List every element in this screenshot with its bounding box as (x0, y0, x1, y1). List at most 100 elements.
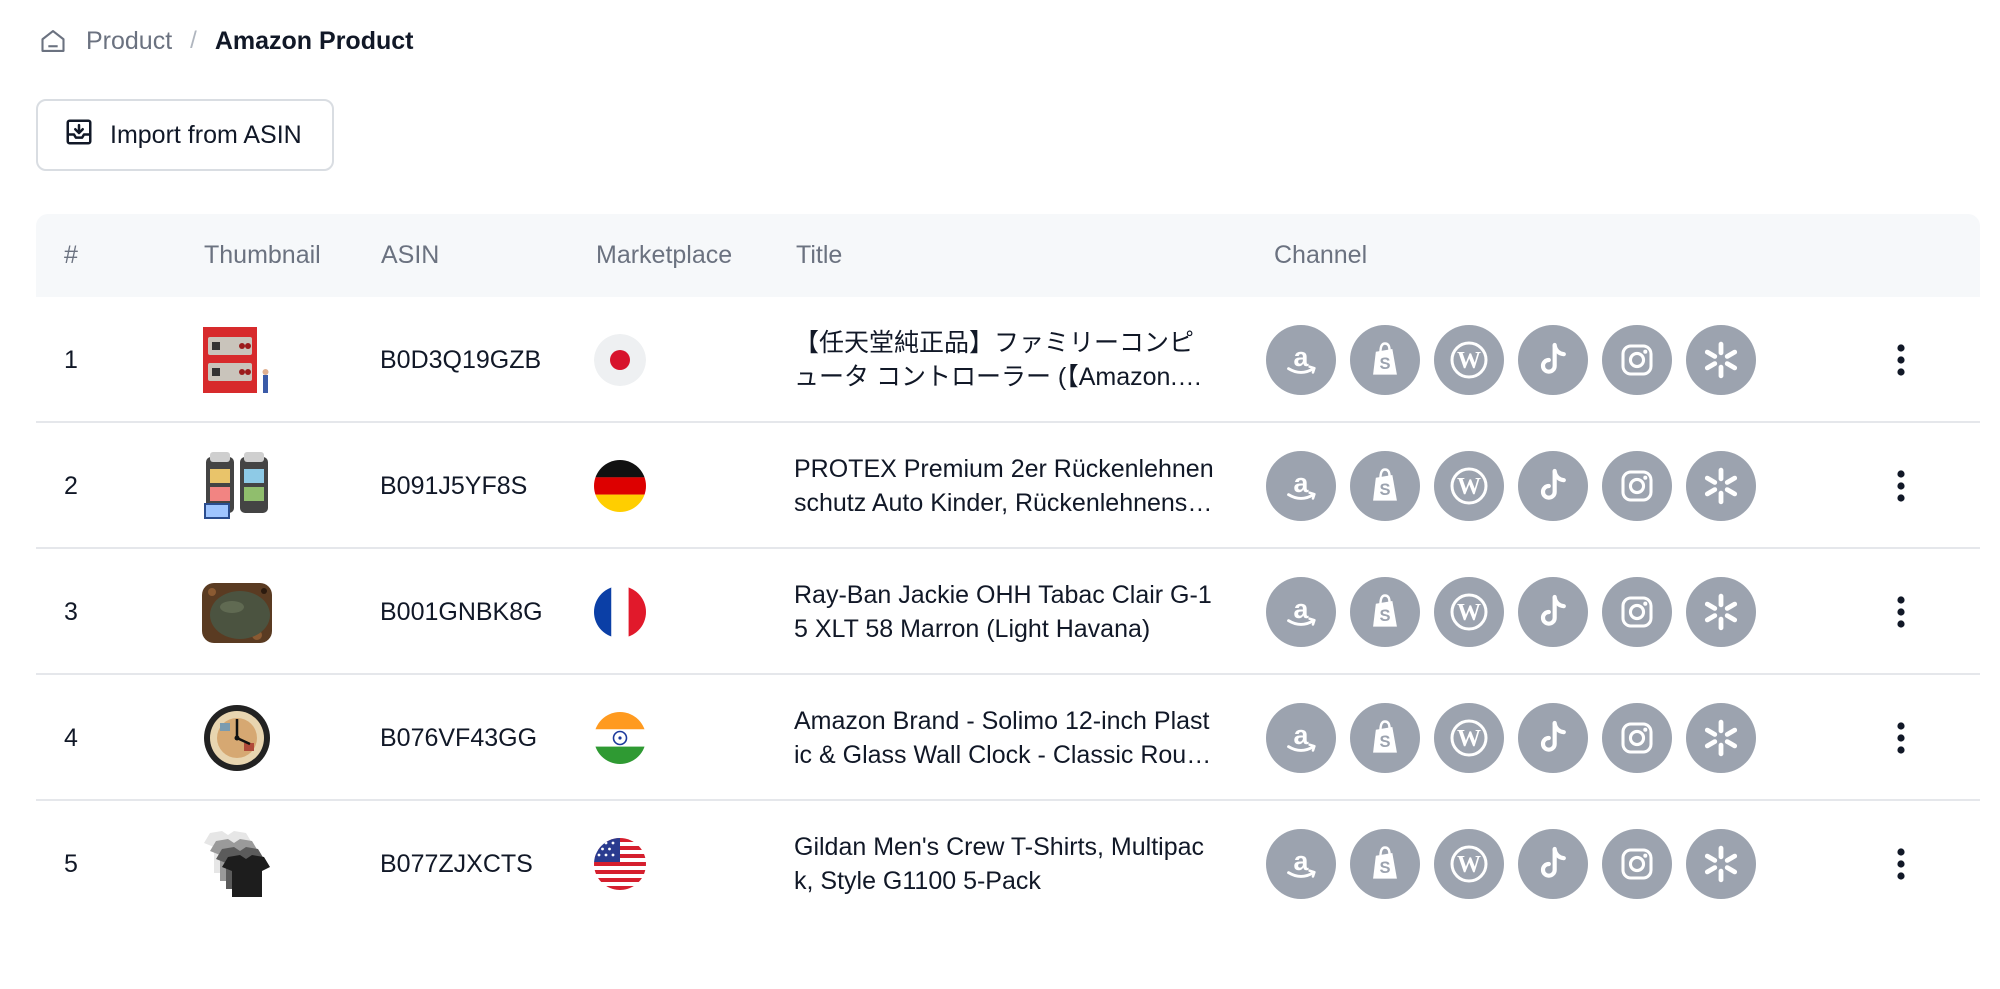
breadcrumb-separator: / (190, 27, 197, 54)
instagram-icon[interactable] (1602, 829, 1672, 899)
column-header-thumbnail: Thumbnail (204, 241, 321, 269)
svg-text:W: W (1457, 726, 1481, 752)
row-menu-kebab-icon[interactable] (1886, 297, 1916, 423)
wall-clock-thumbnail[interactable] (202, 675, 272, 801)
product-title-text: Amazon Brand - Solimo 12-inch Plastic & … (794, 707, 1213, 769)
table-body: 1 B0D3Q19GZB 【任天堂純正品】ファミリーコンピュータ コントローラー… (36, 297, 1980, 927)
import-from-asin-button[interactable]: Import from ASIN (36, 99, 334, 171)
nes-controller-thumbnail[interactable] (202, 297, 272, 423)
svg-text:W: W (1457, 474, 1481, 500)
tiktok-icon[interactable] (1518, 325, 1588, 395)
svg-text:a: a (1294, 846, 1310, 876)
product-title: Ray-Ban Jackie OHH Tabac Clair G-15 XLT … (794, 549, 1214, 675)
svg-text:S: S (1379, 733, 1390, 751)
product-title: PROTEX Premium 2er Rückenlehnenschutz Au… (794, 423, 1214, 549)
channel-icons: aSW (1266, 801, 1756, 927)
tiktok-icon[interactable] (1518, 703, 1588, 773)
svg-text:S: S (1379, 481, 1390, 499)
instagram-icon[interactable] (1602, 325, 1672, 395)
import-button-label: Import from ASIN (110, 120, 302, 149)
row-menu-kebab-icon[interactable] (1886, 801, 1916, 927)
tshirts-thumbnail[interactable] (202, 801, 272, 927)
asin-cell: B077ZJXCTS (380, 849, 533, 878)
product-title: 【任天堂純正品】ファミリーコンピュータ コントローラー (【Amazon.co.… (794, 297, 1214, 423)
flag-de-icon (594, 423, 646, 549)
channel-icons: aSW (1266, 297, 1756, 423)
flag-us-icon (594, 801, 646, 927)
table-row: 5 B077ZJXCTS Gildan Men's Crew T-Shirts,… (36, 801, 1980, 927)
instagram-icon[interactable] (1602, 577, 1672, 647)
import-tray-icon (64, 117, 94, 154)
column-header-number: # (64, 241, 78, 269)
table-row: 3 B001GNBK8G Ray-Ban Jackie OHH Tabac Cl… (36, 549, 1980, 675)
shopify-icon[interactable]: S (1350, 829, 1420, 899)
svg-text:a: a (1294, 342, 1310, 372)
amazon-icon[interactable]: a (1266, 703, 1336, 773)
product-title: Amazon Brand - Solimo 12-inch Plastic & … (794, 675, 1214, 801)
shopify-icon[interactable]: S (1350, 703, 1420, 773)
amazon-icon[interactable]: a (1266, 577, 1336, 647)
wordpress-icon[interactable]: W (1434, 451, 1504, 521)
svg-text:a: a (1294, 720, 1310, 750)
seat-organizer-thumbnail[interactable] (202, 423, 272, 549)
flag-in-icon (594, 675, 646, 801)
channel-icons: aSW (1266, 675, 1756, 801)
product-title-text: Gildan Men's Crew T-Shirts, Multipack, S… (794, 833, 1204, 895)
walmart-icon[interactable] (1686, 451, 1756, 521)
amazon-icon[interactable]: a (1266, 451, 1336, 521)
walmart-icon[interactable] (1686, 829, 1756, 899)
asin-cell: B091J5YF8S (380, 471, 528, 500)
svg-text:W: W (1457, 600, 1481, 626)
product-title-text: Ray-Ban Jackie OHH Tabac Clair G-15 XLT … (794, 581, 1212, 643)
walmart-icon[interactable] (1686, 577, 1756, 647)
channel-icons: aSW (1266, 549, 1756, 675)
instagram-icon[interactable] (1602, 703, 1672, 773)
column-header-channel: Channel (1274, 241, 1368, 269)
product-table: # Thumbnail ASIN Marketplace Title Chann… (36, 214, 1980, 927)
wordpress-icon[interactable]: W (1434, 829, 1504, 899)
svg-text:a: a (1294, 594, 1310, 624)
amazon-icon[interactable]: a (1266, 325, 1336, 395)
table-header: # Thumbnail ASIN Marketplace Title Chann… (36, 214, 1980, 297)
flag-fr-icon (594, 549, 646, 675)
svg-text:S: S (1379, 607, 1390, 625)
row-menu-kebab-icon[interactable] (1886, 549, 1916, 675)
row-menu-kebab-icon[interactable] (1886, 675, 1916, 801)
product-title-text: PROTEX Premium 2er Rückenlehnenschutz Au… (794, 455, 1214, 517)
svg-text:S: S (1379, 859, 1390, 877)
row-number: 4 (64, 723, 78, 752)
home-icon[interactable] (38, 26, 68, 56)
column-header-title: Title (796, 241, 843, 269)
table-row: 4 B076VF43GG Amazon Brand - Solimo 12-in… (36, 675, 1980, 801)
channel-icons: aSW (1266, 423, 1756, 549)
sunglasses-thumbnail[interactable] (202, 549, 272, 675)
breadcrumb-product-link[interactable]: Product (86, 27, 172, 56)
wordpress-icon[interactable]: W (1434, 577, 1504, 647)
svg-text:W: W (1457, 348, 1481, 374)
svg-text:a: a (1294, 468, 1310, 498)
table-row: 1 B0D3Q19GZB 【任天堂純正品】ファミリーコンピュータ コントローラー… (36, 297, 1980, 423)
tiktok-icon[interactable] (1518, 829, 1588, 899)
walmart-icon[interactable] (1686, 325, 1756, 395)
wordpress-icon[interactable]: W (1434, 325, 1504, 395)
asin-cell: B076VF43GG (380, 723, 538, 752)
column-header-marketplace: Marketplace (596, 241, 733, 269)
row-number: 1 (64, 345, 78, 374)
instagram-icon[interactable] (1602, 451, 1672, 521)
amazon-icon[interactable]: a (1266, 829, 1336, 899)
shopify-icon[interactable]: S (1350, 577, 1420, 647)
tiktok-icon[interactable] (1518, 577, 1588, 647)
tiktok-icon[interactable] (1518, 451, 1588, 521)
product-title-text: 【任天堂純正品】ファミリーコンピュータ コントローラー (【Amazon.co.… (794, 329, 1211, 391)
breadcrumb-current: Amazon Product (214, 26, 414, 55)
asin-cell: B001GNBK8G (380, 597, 543, 626)
row-menu-kebab-icon[interactable] (1886, 423, 1916, 549)
product-title: Gildan Men's Crew T-Shirts, Multipack, S… (794, 801, 1214, 927)
wordpress-icon[interactable]: W (1434, 703, 1504, 773)
shopify-icon[interactable]: S (1350, 325, 1420, 395)
flag-jp-icon (594, 297, 646, 423)
row-number: 5 (64, 849, 78, 878)
shopify-icon[interactable]: S (1350, 451, 1420, 521)
walmart-icon[interactable] (1686, 703, 1756, 773)
column-header-asin: ASIN (381, 241, 440, 269)
